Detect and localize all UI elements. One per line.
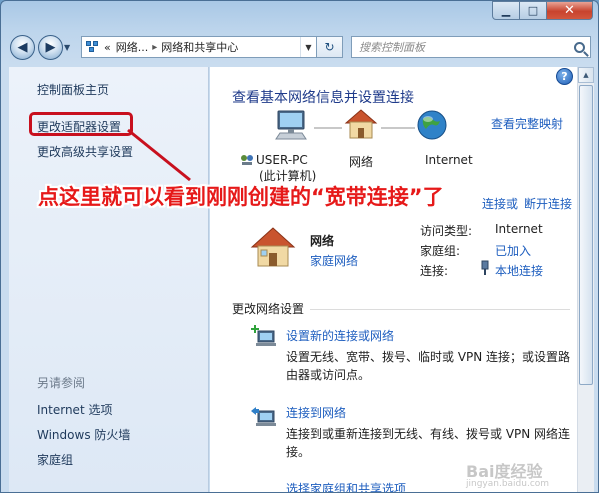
view-full-map-link[interactable]: 查看完整映射 [491, 115, 563, 132]
computer-network-icon [240, 153, 254, 168]
search-icon[interactable] [574, 41, 585, 53]
scroll-thumb[interactable] [579, 85, 593, 385]
connect-network-icon [251, 407, 276, 426]
address-separator[interactable]: ▸ [152, 42, 157, 53]
local-connection-link[interactable]: 本地连接 [495, 262, 543, 279]
homegroup-label: 家庭组: [420, 244, 461, 258]
change-settings-heading: 更改网络设置 [232, 302, 305, 316]
address-segment-network[interactable]: 网络... [116, 39, 149, 55]
annotation-arrow [127, 128, 191, 182]
connect-disconnect-link-1[interactable]: 连接或 [482, 195, 518, 212]
main-content: 查看基本网络信息并设置连接 查看完整映射 USER-PC (此计算机) 网络 I… [210, 67, 577, 492]
vertical-scrollbar[interactable]: ▲ [577, 67, 594, 492]
help-icon[interactable]: ? [556, 68, 573, 85]
address-segment-sharing-center[interactable]: 网络和共享中心 [161, 39, 238, 55]
close-button[interactable]: ✕ [547, 1, 593, 20]
active-network-name: 网络 [310, 234, 335, 248]
minimize-button[interactable]: ▁ [492, 1, 520, 20]
ethernet-plug-icon [481, 260, 489, 275]
network-folder-icon [86, 41, 100, 53]
map-computer-name: USER-PC [256, 153, 308, 167]
network-type-link[interactable]: 家庭网络 [310, 252, 358, 269]
forward-arrow-icon: ▶ [45, 39, 56, 55]
map-connector-2 [381, 127, 415, 129]
connections-label: 连接: [420, 264, 449, 278]
task-new-connection-link[interactable]: 设置新的连接或网络 [286, 327, 394, 344]
refresh-button[interactable]: ↻ [317, 36, 343, 58]
task-connect-network-desc: 连接到或重新连接到无线、有线、拨号或 VPN 网络连接。 [286, 427, 571, 459]
sidebar-link-advanced-sharing[interactable]: 更改高级共享设置 [37, 143, 133, 160]
forward-button[interactable]: ▶ [38, 34, 63, 60]
address-dropdown[interactable]: ▼ [300, 37, 316, 57]
search-input[interactable]: 搜索控制面板 [359, 39, 425, 55]
annotation-text: 点这里就可以看到刚刚创建的“宽带连接”了 [38, 185, 444, 209]
home-network-large-icon [250, 227, 296, 267]
recent-pages-dropdown[interactable]: ▼ [64, 43, 76, 52]
sidebar-link-change-adapter[interactable]: 更改适配器设置 [37, 118, 121, 135]
access-type-label: 访问类型: [420, 224, 473, 238]
sidebar-link-home[interactable]: 控制面板主页 [37, 81, 109, 98]
see-also-heading: 另请参阅 [37, 376, 86, 390]
homegroup-joined-link[interactable]: 已加入 [495, 242, 531, 259]
new-connection-icon [251, 325, 276, 346]
page-title: 查看基本网络信息并设置连接 [232, 90, 414, 106]
network-sharing-center-window: ▁ □ ✕ ◀ ▶ ▼ « 网络... ▸ 网络和共享中心 ▼ ↻ 搜索控制面板… [0, 0, 599, 493]
refresh-icon: ↻ [324, 40, 335, 54]
sidebar-link-internet-options[interactable]: Internet 选项 [37, 401, 112, 418]
map-network-label: 网络 [349, 155, 374, 169]
maximize-button[interactable]: □ [520, 1, 547, 20]
sidebar-link-firewall[interactable]: Windows 防火墙 [37, 426, 130, 443]
scroll-up-button[interactable]: ▲ [578, 67, 594, 83]
internet-globe-icon [417, 110, 447, 140]
watermark-sub: jingyan.baidu.com [466, 479, 550, 489]
search-box[interactable]: 搜索控制面板 [351, 36, 591, 58]
task-new-connection-desc: 设置无线、宽带、拨号、临时或 VPN 连接；或设置路由器或访问点。 [286, 350, 571, 382]
back-button[interactable]: ◀ [10, 34, 35, 60]
task-connect-network-link[interactable]: 连接到网络 [286, 404, 346, 421]
map-connector-1 [314, 127, 342, 129]
address-bar[interactable]: « 网络... ▸ 网络和共享中心 ▼ [81, 36, 317, 58]
section-divider [310, 309, 570, 310]
computer-icon [275, 110, 307, 140]
address-overflow[interactable]: « [104, 41, 111, 54]
navigation-buttons: ◀ ▶ ▼ [10, 32, 76, 62]
sidebar-link-homegroup[interactable]: 家庭组 [37, 451, 73, 468]
watermark: Bai度经验 jingyan.baidu.com [466, 458, 549, 489]
connect-disconnect-link-2[interactable]: 断开连接 [524, 195, 572, 212]
task-homegroup-link[interactable]: 选择家庭组和共享选项 [286, 480, 406, 492]
back-arrow-icon: ◀ [17, 39, 28, 55]
home-network-icon [344, 109, 378, 139]
caption-buttons: ▁ □ ✕ [492, 1, 593, 20]
map-internet-label: Internet [425, 153, 473, 167]
access-type-value: Internet [495, 222, 543, 236]
